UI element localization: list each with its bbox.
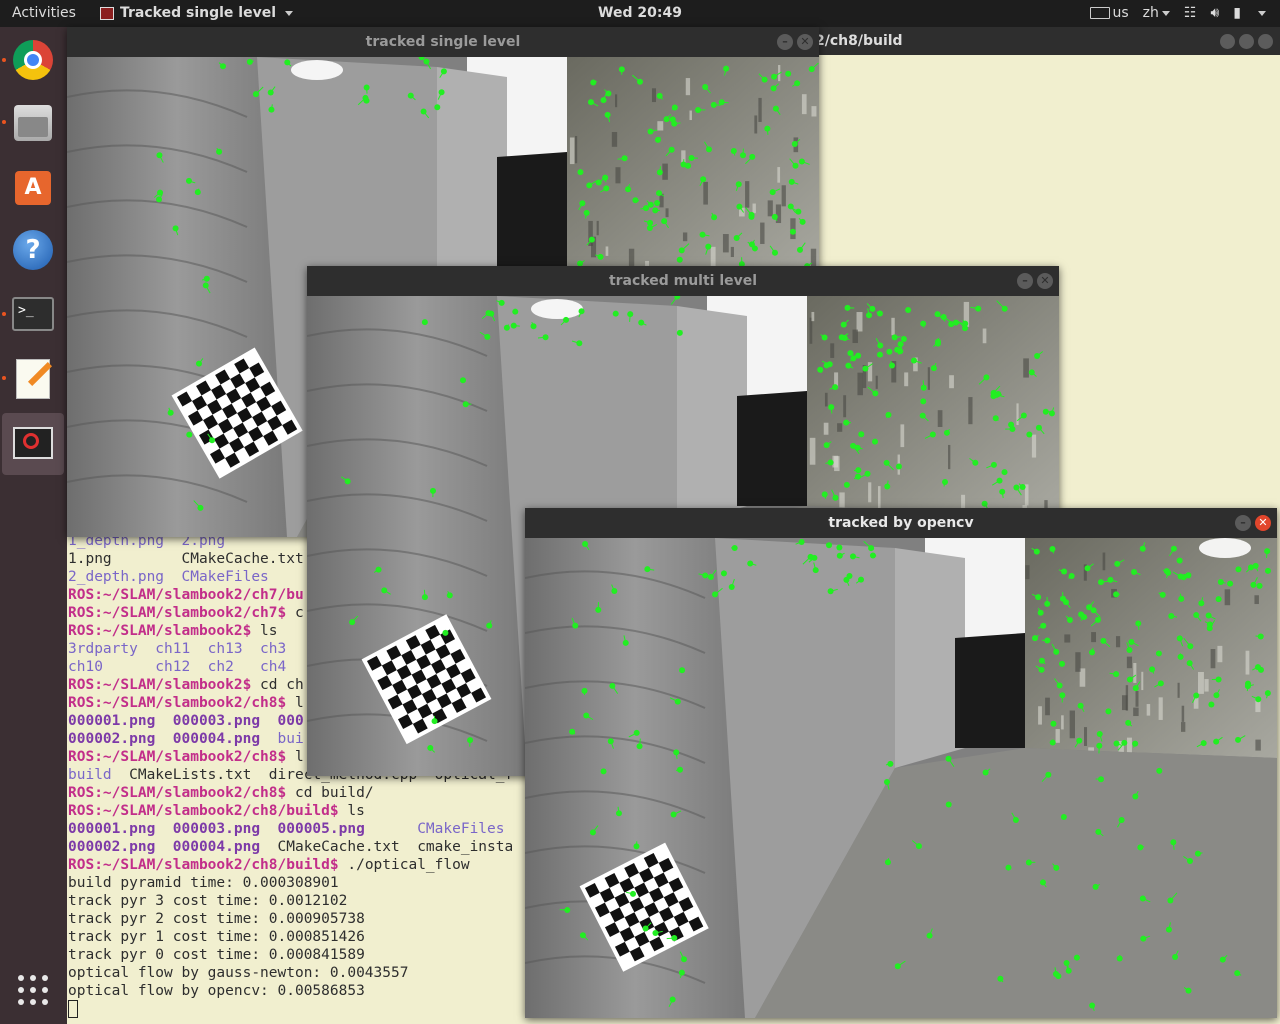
- top-panel: Activities Tracked single level Wed 20:4…: [0, 0, 1280, 27]
- tracked-image-opencv: [525, 538, 1277, 1018]
- running-indicator: [2, 58, 6, 62]
- system-tray: us zh ☷ 🔊︎ ▮: [1090, 5, 1266, 21]
- dock: A ? >_: [0, 27, 67, 1024]
- window-title: tracked single level: [365, 34, 521, 50]
- running-indicator: [2, 120, 6, 124]
- minimize-button[interactable]: –: [1235, 515, 1251, 531]
- network-icon[interactable]: ☷: [1184, 5, 1197, 21]
- battery-icon[interactable]: ▮: [1233, 5, 1241, 21]
- minimize-button[interactable]: –: [777, 34, 793, 50]
- files-icon[interactable]: [8, 97, 58, 147]
- close-button[interactable]: ✕: [797, 34, 813, 50]
- clock[interactable]: Wed 20:49: [0, 5, 1280, 21]
- opencv-window-icon[interactable]: [2, 413, 64, 475]
- volume-icon[interactable]: 🔊︎: [1210, 5, 1219, 21]
- tracked-by-opencv-window[interactable]: tracked by opencv – ✕: [525, 508, 1277, 1018]
- terminal-icon[interactable]: >_: [8, 289, 58, 339]
- software-store-icon[interactable]: A: [8, 161, 58, 211]
- window-title: tracked by opencv: [828, 515, 974, 531]
- maximize-button[interactable]: [1239, 34, 1254, 49]
- window-title: tracked multi level: [608, 273, 758, 289]
- minimize-button[interactable]: [1220, 34, 1235, 49]
- text-editor-icon[interactable]: [8, 353, 58, 403]
- minimize-button[interactable]: –: [1017, 273, 1033, 289]
- help-icon[interactable]: ?: [8, 225, 58, 275]
- chrome-icon[interactable]: [8, 35, 58, 85]
- input-method-indicator[interactable]: zh: [1143, 5, 1170, 21]
- close-button[interactable]: [1258, 34, 1273, 49]
- keyboard-indicator[interactable]: us: [1090, 5, 1129, 21]
- terminal-cursor: [68, 1000, 78, 1018]
- system-menu-chevron-icon[interactable]: [1258, 10, 1266, 16]
- terminal-title: 2/ch8/build: [815, 33, 903, 49]
- close-button[interactable]: ✕: [1255, 515, 1271, 531]
- close-button[interactable]: ✕: [1037, 273, 1053, 289]
- chevron-down-icon: [1161, 10, 1170, 16]
- keyboard-icon: [1090, 7, 1111, 19]
- show-applications-icon[interactable]: [18, 975, 48, 1005]
- running-indicator: [2, 376, 6, 380]
- running-indicator: [2, 312, 6, 316]
